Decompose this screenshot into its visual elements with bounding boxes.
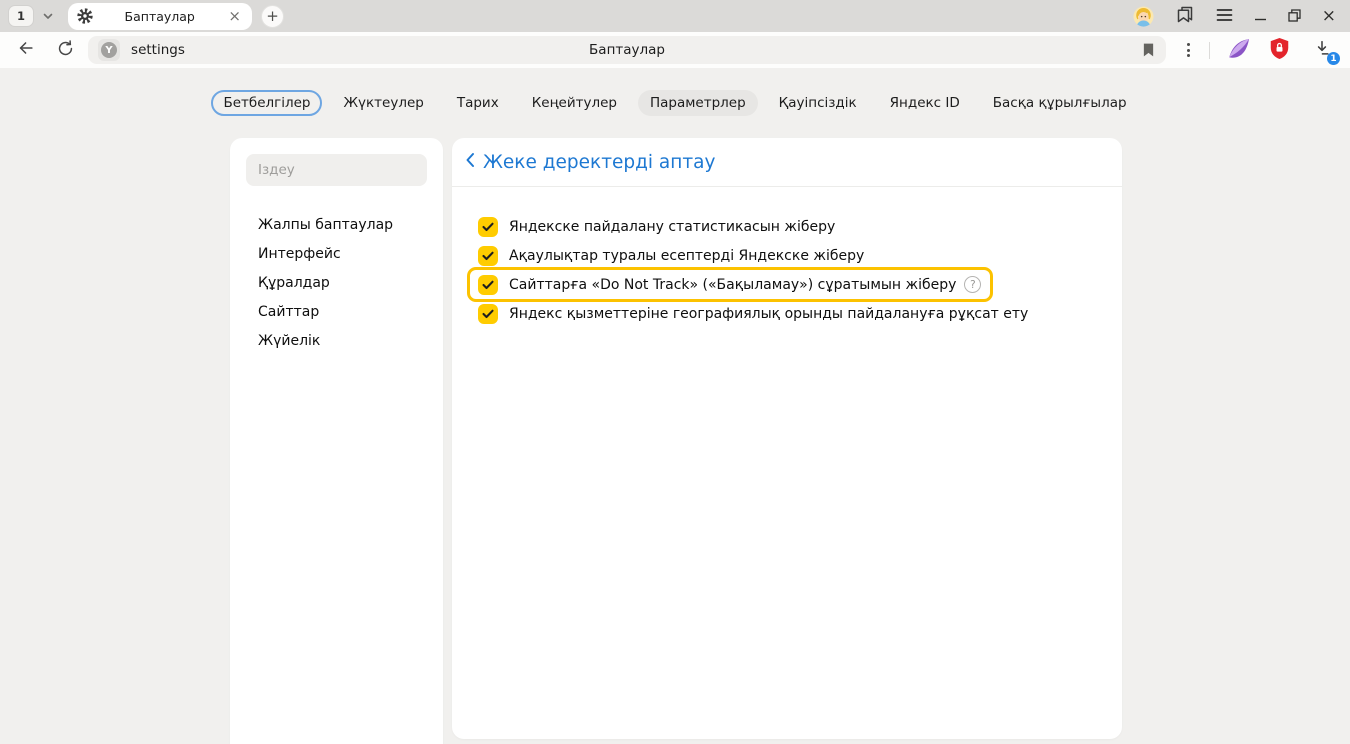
- checkbox-row-usage-stats: Яндекске пайдалану статистикасын жіберу: [478, 212, 1122, 241]
- tab-title: Баптаулар: [93, 9, 226, 24]
- feather-icon: [1224, 37, 1251, 64]
- sidebar-item-sites[interactable]: Сайттар: [246, 297, 427, 326]
- back-to-settings-link[interactable]: Жеке деректерді аптау: [465, 152, 715, 173]
- search-input[interactable]: [246, 154, 427, 186]
- sidebar-item-system[interactable]: Жүйелік: [246, 326, 427, 355]
- address-input[interactable]: settings: [131, 42, 185, 58]
- tab-extensions[interactable]: Кеңейтулер: [520, 90, 629, 116]
- new-tab-button[interactable]: +: [261, 5, 284, 28]
- settings-nav-tabs: Бетбелгілер Жүктеулер Тарих Кеңейтулер П…: [0, 90, 1350, 116]
- tab-strip: 1 Баптаулар × +: [0, 0, 1350, 32]
- checkbox-checked-icon[interactable]: [478, 275, 498, 295]
- yandex-browser-badge: Y: [98, 39, 120, 61]
- section-header: Жеке деректерді аптау: [452, 138, 1122, 187]
- yandex-logo-icon: Y: [101, 42, 117, 58]
- page-title: Жеке деректерді аптау: [483, 152, 715, 173]
- toolbar-divider: [1209, 42, 1210, 59]
- gear-favicon-icon: [77, 8, 93, 24]
- checkbox-row-do-not-track: Сайттарға «Do Not Track» («Бақыламау») с…: [467, 267, 993, 302]
- omnibox-more-button[interactable]: [1179, 38, 1199, 62]
- window-close-button[interactable]: ×: [1322, 8, 1336, 25]
- omnibox-page-title: Баптаулар: [88, 42, 1166, 58]
- minimize-icon: [1254, 7, 1267, 26]
- hamburger-menu-icon: [1216, 7, 1233, 26]
- browser-window: 1 Баптаулар × +: [0, 0, 1350, 744]
- window-restore-button[interactable]: [1288, 7, 1301, 26]
- profile-avatar[interactable]: [1133, 6, 1154, 27]
- download-count-badge: 1: [1327, 52, 1340, 65]
- restore-icon: [1288, 7, 1301, 26]
- tab-yandex-id[interactable]: Яндекс ID: [878, 90, 972, 116]
- settings-content: Жеке деректерді аптау Яндекске пайдалану…: [452, 138, 1122, 739]
- tab-security[interactable]: Қауіпсіздік: [767, 90, 869, 116]
- checkbox-row-crash-reports: Ақаулықтар туралы есептерді Яндекске жіб…: [478, 241, 1122, 270]
- close-icon: ×: [1322, 8, 1336, 25]
- checkbox-checked-icon[interactable]: [478, 246, 498, 266]
- sidebar-item-general[interactable]: Жалпы баптаулар: [246, 210, 427, 239]
- window-minimize-button[interactable]: [1254, 7, 1267, 26]
- address-bar[interactable]: Y settings Баптаулар: [88, 36, 1166, 64]
- tab-close-icon[interactable]: ×: [226, 9, 243, 24]
- address-toolbar: Y settings Баптаулар: [0, 32, 1350, 68]
- checkbox-row-geolocation: Яндекс қызметтеріне географиялық орынды …: [478, 299, 1122, 328]
- chevron-down-icon: [42, 7, 54, 26]
- tab-bookmarks[interactable]: Бетбелгілер: [211, 90, 322, 116]
- arrow-left-icon: [16, 38, 36, 62]
- sidebar-menu: Жалпы баптаулар Интерфейс Құралдар Сайтт…: [246, 210, 427, 355]
- side-panels-button[interactable]: [1175, 4, 1195, 28]
- feather-extension-button[interactable]: [1223, 37, 1252, 63]
- checkbox-checked-icon[interactable]: [478, 217, 498, 237]
- tab-list-chevron-button[interactable]: [37, 5, 59, 27]
- tab-history[interactable]: Тарих: [445, 90, 511, 116]
- tab-other-devices[interactable]: Басқа құрылғылар: [981, 90, 1139, 116]
- downloads-button[interactable]: 1: [1308, 37, 1337, 63]
- tab-counter-button[interactable]: 1: [8, 5, 34, 27]
- back-button[interactable]: [13, 37, 39, 63]
- browser-menu-button[interactable]: [1216, 7, 1233, 26]
- bookmark-flag-icon[interactable]: [1142, 42, 1155, 62]
- tab-settings[interactable]: Параметрлер: [638, 90, 758, 116]
- reload-icon: [56, 39, 75, 62]
- help-icon[interactable]: ?: [964, 276, 981, 293]
- browser-tab-settings[interactable]: Баптаулар ×: [68, 3, 252, 30]
- privacy-checkbox-list: Яндекске пайдалану статистикасын жіберу …: [452, 187, 1122, 328]
- checkbox-label: Сайттарға «Do Not Track» («Бақыламау») с…: [509, 277, 956, 293]
- sidebar-item-interface[interactable]: Интерфейс: [246, 239, 427, 268]
- checkbox-checked-icon[interactable]: [478, 304, 498, 324]
- sidebar-item-tools[interactable]: Құралдар: [246, 268, 427, 297]
- checkbox-label: Ақаулықтар туралы есептерді Яндекске жіб…: [509, 248, 864, 264]
- checkbox-label: Яндекс қызметтеріне географиялық орынды …: [509, 306, 1028, 322]
- chevron-left-icon: [465, 152, 475, 172]
- tabstrip-right-controls: ×: [1133, 4, 1336, 28]
- reload-button[interactable]: [53, 37, 79, 63]
- panels-icon: [1175, 4, 1195, 28]
- checkbox-label: Яндекске пайдалану статистикасын жіберу: [509, 219, 835, 235]
- settings-sidebar: Жалпы баптаулар Интерфейс Құралдар Сайтт…: [230, 138, 443, 744]
- tab-downloads[interactable]: Жүктеулер: [331, 90, 435, 116]
- shield-lock-icon: [1269, 37, 1290, 64]
- protect-shield-button[interactable]: [1265, 37, 1294, 63]
